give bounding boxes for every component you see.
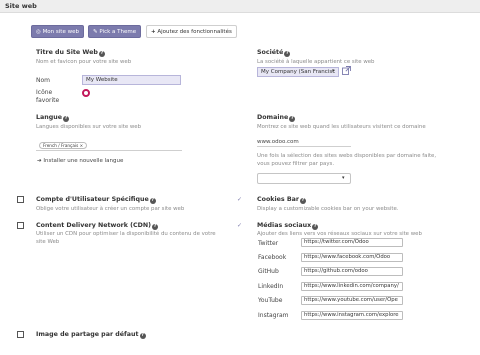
cookies-bar-checkbox[interactable]: ✓ (236, 196, 243, 203)
language-tag-label: French / Français (43, 143, 79, 148)
domain-heading: Domaine? (257, 114, 296, 122)
brush-icon: ✎ (93, 29, 98, 35)
cookies-bar-title-text: Cookies Bar (257, 196, 299, 203)
domain-title-text: Domaine (257, 114, 289, 121)
social-label-facebook: Facebook (258, 254, 287, 261)
share-image-title-text: Image de partage par défaut (36, 331, 139, 338)
install-language-link[interactable]: ➔ Installer une nouvelle langue (37, 158, 123, 164)
languages-heading: Langue? (36, 114, 70, 122)
help-icon[interactable]: ? (139, 333, 146, 339)
pick-theme-button[interactable]: ✎ Pick a Theme (88, 25, 142, 38)
social-media-heading: Médias sociaux? (257, 222, 319, 230)
site-title-heading: Titre du Site Web? (36, 49, 105, 57)
country-group-select[interactable] (257, 173, 351, 184)
cdn-checkbox[interactable] (17, 222, 24, 229)
cdn-help-line2: site Web (36, 239, 60, 245)
arrow-right-icon: ➔ (37, 158, 42, 164)
help-icon[interactable]: ? (98, 51, 105, 57)
add-features-button[interactable]: + Ajoutez des fonctionnalités (146, 25, 237, 38)
domain-input[interactable]: www.odoo.com (257, 137, 351, 147)
help-icon[interactable]: ? (289, 116, 296, 122)
chevron-down-icon[interactable]: ▾ (332, 68, 335, 74)
specific-account-help: Oblige votre utilisateur à créer un comp… (36, 206, 185, 212)
social-label-twitter: Twitter (258, 240, 279, 247)
language-tag: French / Français × (39, 142, 88, 149)
social-label-youtube: YouTube (258, 297, 283, 304)
languages-title-text: Langue (36, 114, 63, 121)
pick-theme-label: Pick a Theme (99, 29, 137, 35)
website-name-input[interactable]: My Website (82, 75, 181, 85)
social-input-linkedin[interactable]: https://www.linkedin.com/company/ (301, 282, 403, 291)
country-help-line2: vous pouvez filtrer par pays. (257, 161, 335, 167)
help-icon[interactable]: ? (152, 224, 159, 230)
favicon-label-line1: Icône (36, 89, 53, 96)
social-input-twitter[interactable]: https://twitter.com/Odoo (301, 238, 403, 247)
specific-account-title-text: Compte d'Utilisateur Spécifique (36, 196, 149, 203)
cdn-help-line1: Utiliser un CDN pour optimiser la dispon… (36, 231, 216, 237)
social-input-github[interactable]: https://github.com/odoo (301, 267, 403, 276)
external-link-icon[interactable] (342, 66, 351, 75)
chevron-down-icon[interactable]: ▾ (342, 175, 345, 181)
install-language-label: Installer une nouvelle langue (43, 158, 124, 164)
favicon-image[interactable] (82, 89, 90, 97)
globe-icon: ◎ (36, 29, 41, 35)
social-media-checkbox[interactable]: ✓ (236, 222, 243, 229)
social-input-facebook[interactable]: https://www.facebook.com/Odoo (301, 253, 403, 262)
site-title-text: Titre du Site Web (36, 49, 98, 56)
name-label: Nom (36, 77, 51, 84)
section-title: Site web (5, 2, 37, 10)
add-features-label: Ajoutez des fonctionnalités (157, 29, 232, 35)
plus-icon: + (151, 29, 156, 35)
social-label-github: GitHub (258, 268, 279, 275)
help-icon[interactable]: ? (63, 116, 70, 122)
help-icon[interactable]: ? (284, 51, 291, 57)
cdn-heading: Content Delivery Network (CDN)? (36, 222, 159, 230)
cookies-bar-heading: Cookies Bar? (257, 196, 306, 204)
share-image-heading: Image de partage par défaut? (36, 331, 146, 339)
company-title-text: Société (257, 49, 284, 56)
social-input-youtube[interactable]: https://www.youtube.com/user/Ope (301, 296, 403, 305)
help-icon[interactable]: ? (149, 198, 156, 204)
my-website-button[interactable]: ◎ Mon site web (31, 25, 84, 38)
specific-account-checkbox[interactable] (17, 196, 24, 203)
social-media-title-text: Médias sociaux (257, 222, 312, 229)
favicon-label-line2: favorite (36, 97, 60, 104)
help-icon[interactable]: ? (312, 224, 319, 230)
section-header: Site web (0, 0, 480, 13)
domain-help: Montrez ce site web quand les utilisateu… (257, 124, 426, 130)
help-icon[interactable]: ? (299, 198, 306, 204)
my-website-label: Mon site web (42, 29, 79, 35)
company-value: My Company (San Francisc (261, 69, 336, 75)
company-help: La société à laquelle appartient ce site… (257, 59, 375, 65)
cdn-title-text: Content Delivery Network (CDN) (36, 222, 152, 229)
close-icon[interactable]: × (80, 143, 84, 148)
social-label-instagram: Instagram (258, 312, 289, 319)
social-media-help: Ajouter des liens vers vos réseaux socia… (257, 231, 422, 237)
cookies-bar-help: Display a customizable cookies bar on yo… (257, 206, 399, 212)
specific-account-heading: Compte d'Utilisateur Spécifique? (36, 196, 156, 204)
company-select[interactable]: My Company (San Francisc (257, 67, 339, 77)
social-input-instagram[interactable]: https://www.instagram.com/explore (301, 311, 403, 320)
languages-help: Langues disponibles sur votre site web (36, 124, 142, 130)
social-label-linkedin: LinkedIn (258, 283, 284, 290)
share-image-checkbox[interactable] (17, 331, 24, 338)
company-heading: Société? (257, 49, 291, 57)
country-help-line1: Une fois la sélection des sites webs dis… (257, 153, 437, 159)
site-title-help: Nom et favicon pour votre site web (36, 59, 132, 65)
